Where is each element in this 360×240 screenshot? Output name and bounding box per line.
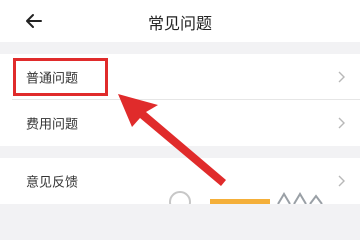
feedback-label: 意见反馈 [26, 175, 79, 191]
faq-group: 普通问题 费用问题 [0, 54, 360, 146]
page-title: 常见问题 [147, 14, 212, 33]
chevron-right-icon [338, 71, 345, 83]
chevron-right-icon [338, 117, 345, 129]
faq-item-fees[interactable]: 费用问题 [0, 100, 360, 146]
faq-item-label: 费用问题 [26, 117, 79, 133]
feedback-item[interactable]: 意见反馈 [0, 158, 360, 204]
feedback-group: 意见反馈 [0, 158, 360, 204]
faq-item-label: 普通问题 [26, 71, 79, 87]
chevron-right-icon [338, 175, 345, 187]
header: 常见问题 [0, 0, 360, 42]
faq-item-general[interactable]: 普通问题 [0, 54, 360, 100]
